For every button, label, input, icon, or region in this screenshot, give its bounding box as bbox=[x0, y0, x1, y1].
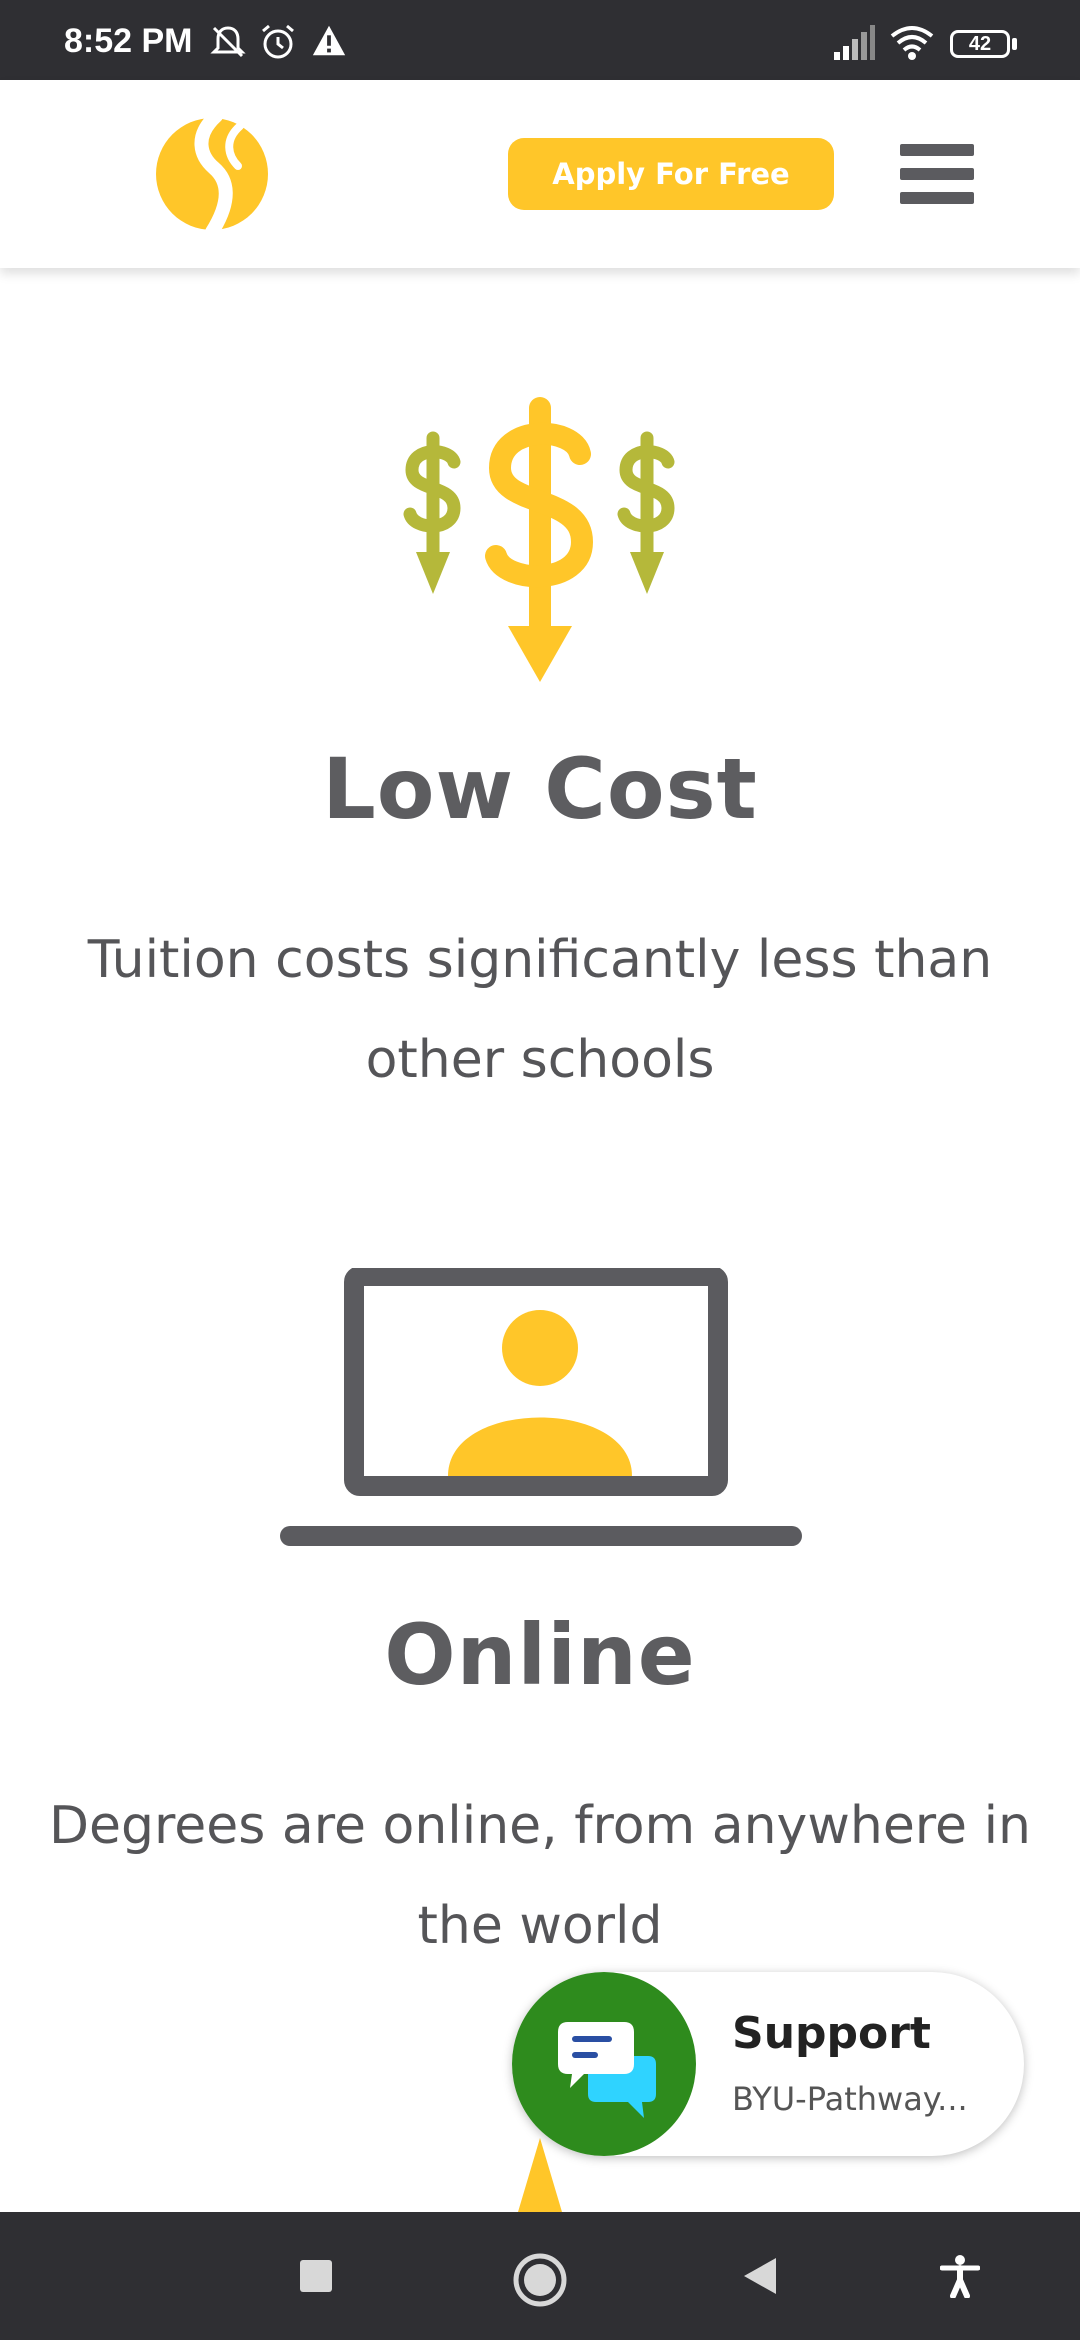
feature-title-low-cost: Low Cost bbox=[322, 740, 758, 838]
status-bar: 8:52 PM 42 bbox=[0, 0, 1080, 80]
home-icon[interactable] bbox=[512, 2252, 568, 2308]
system-nav-bar bbox=[0, 2212, 1080, 2340]
site-header: Apply For Free bbox=[0, 80, 1080, 268]
laptop-person-icon bbox=[280, 1268, 802, 1546]
support-chat-widget[interactable]: Support BYU-Pathway... bbox=[512, 1972, 1024, 2156]
wifi-icon bbox=[890, 26, 934, 60]
status-time: 8:52 PM bbox=[64, 22, 193, 60]
apply-for-free-button[interactable]: Apply For Free bbox=[508, 138, 834, 210]
dollar-signs-down-icon bbox=[403, 397, 675, 682]
feature-description-low-cost: Tuition costs significantly less than ot… bbox=[87, 930, 993, 1090]
support-title: Support bbox=[732, 2008, 931, 2059]
support-subtitle: BYU-Pathway... bbox=[732, 2080, 968, 2118]
recent-apps-icon[interactable] bbox=[300, 2260, 332, 2292]
mute-icon bbox=[210, 26, 246, 58]
hamburger-menu-icon[interactable] bbox=[900, 140, 974, 204]
battery-icon: 42 bbox=[950, 30, 1010, 58]
battery-level: 42 bbox=[968, 32, 992, 55]
warning-icon bbox=[312, 25, 346, 56]
feature-description-online: Degrees are online, from anywhere in the… bbox=[49, 1796, 1031, 1956]
byu-pathway-logo[interactable] bbox=[154, 116, 270, 232]
alarm-icon bbox=[262, 24, 294, 59]
accessibility-icon[interactable] bbox=[940, 2254, 980, 2298]
back-icon[interactable] bbox=[742, 2256, 778, 2296]
battery-tip bbox=[1012, 38, 1017, 50]
signal-icon bbox=[834, 25, 875, 60]
chat-bubbles-icon[interactable] bbox=[512, 1972, 696, 2156]
feature-title-online: Online bbox=[384, 1606, 696, 1704]
